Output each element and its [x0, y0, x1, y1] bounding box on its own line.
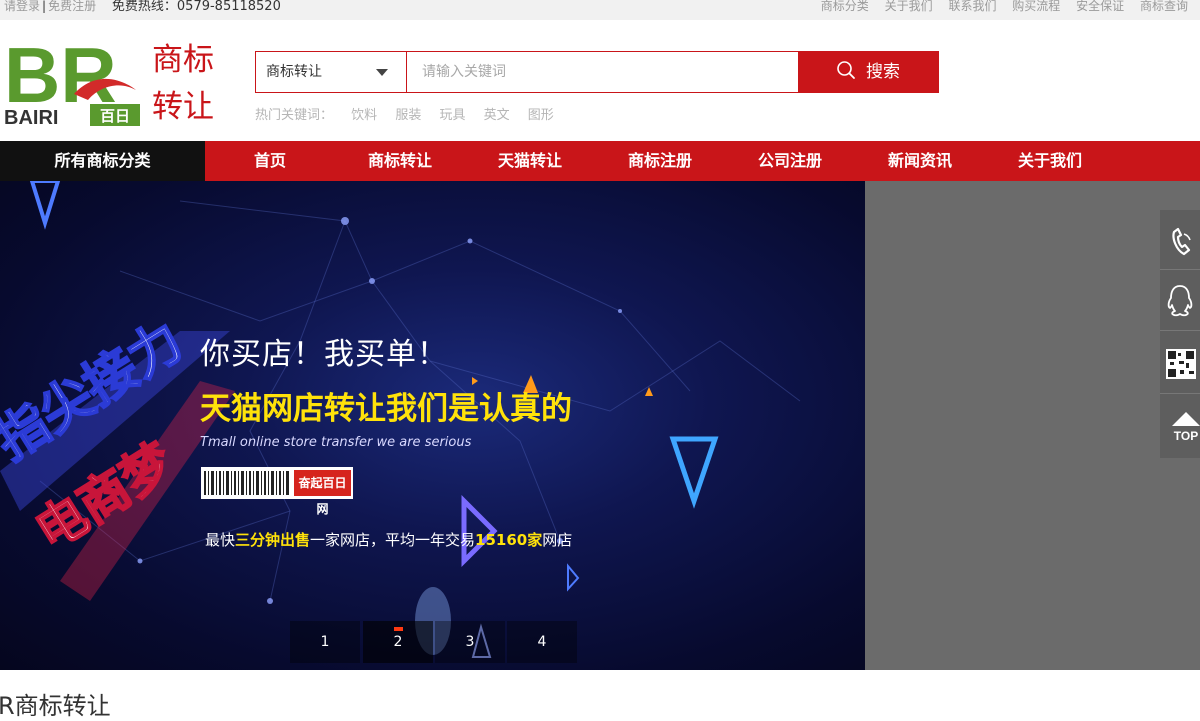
nav-item-trademark-transfer[interactable]: 商标转让	[345, 141, 455, 181]
top-bar-separator: |	[42, 0, 47, 13]
search-input[interactable]	[408, 52, 798, 92]
phone-button[interactable]	[1160, 210, 1200, 270]
top-bar-left: 请登录 | 免费注册 免费热线：0579-85118520	[4, 0, 281, 20]
slide-dot-3[interactable]: 3	[435, 621, 505, 663]
top-link-contact-us[interactable]: 联系我们	[948, 0, 996, 13]
hero-banner[interactable]: 指尖接力 电商梦 你买店！我买单！ 天猫网店转让我们是认真的 Tmall onl…	[0, 181, 865, 670]
logo-brand-en: BAIRI	[4, 107, 58, 128]
nav-item-about-us[interactable]: 关于我们	[995, 141, 1105, 181]
qq-icon	[1167, 285, 1193, 317]
site-logo[interactable]: BR BAIRI 百日 商标 转让	[4, 31, 229, 129]
top-link-purchase-process[interactable]: 购买流程	[1012, 0, 1060, 13]
triangle-shape	[29, 181, 61, 230]
logo-graphic: BR BAIRI 百日 商标 转让	[4, 31, 214, 129]
login-link[interactable]: 请登录	[4, 0, 40, 13]
qrcode-button[interactable]	[1160, 332, 1200, 394]
qrcode-icon	[1166, 349, 1196, 379]
main-nav: 所有商标分类 首页 商标转让 天猫转让 商标注册 公司注册 新闻资讯 关于我们	[0, 141, 1200, 181]
top-bar-links: 商标分类 关于我们 联系我们 购买流程 安全保证 商标查询	[809, 0, 1188, 20]
banner-slogan-secondary: 天猫网店转让我们是认真的	[200, 391, 572, 427]
banner-side-panel	[865, 181, 1200, 670]
hot-keyword-drinks[interactable]: 饮料	[351, 108, 377, 123]
banner-slogan-primary: 你买店！我买单！	[200, 337, 448, 372]
floating-toolbar: TOP	[1160, 210, 1200, 458]
phone-icon	[1172, 227, 1191, 256]
stat-suffix: 网店	[542, 531, 573, 549]
hot-keyword-graphics[interactable]: 图形	[528, 108, 554, 123]
top-bar: 请登录 | 免费注册 免费热线：0579-85118520 商标分类 关于我们 联系…	[0, 0, 1200, 20]
section-title: R商标转让	[0, 692, 111, 720]
search-category-select[interactable]: 商标转让	[256, 52, 407, 92]
slide-pagination: 1 2 3 4	[290, 621, 580, 663]
back-to-top-icon: TOP	[1172, 412, 1200, 443]
all-categories-button[interactable]: 所有商标分类	[0, 141, 205, 181]
logo-line2: 转让	[152, 89, 214, 125]
stat-highlight-count: 15160家	[475, 531, 543, 549]
top-link-trademark-search[interactable]: 商标查询	[1140, 0, 1188, 13]
chevron-down-icon	[376, 69, 388, 76]
nav-item-home[interactable]: 首页	[215, 141, 325, 181]
back-to-top-label: TOP	[1174, 429, 1198, 443]
search-button-label: 搜索	[866, 62, 900, 82]
nav-item-news[interactable]: 新闻资讯	[865, 141, 975, 181]
nav-item-company-registration[interactable]: 公司注册	[735, 141, 845, 181]
banner-stamp: 奋起百日网	[294, 470, 351, 516]
slide-dot-4[interactable]: 4	[507, 621, 577, 663]
hotline-text: 免费热线：0579-85118520	[111, 0, 281, 14]
stat-prefix: 最快	[205, 531, 236, 549]
triangle-shape	[567, 563, 580, 592]
search-icon	[837, 61, 855, 79]
hot-keyword-english[interactable]: 英文	[484, 108, 510, 123]
stat-highlight-time: 三分钟出售	[235, 531, 311, 549]
slide-dot-2[interactable]: 2	[363, 621, 433, 663]
nav-item-tmall-transfer[interactable]: 天猫转让	[475, 141, 585, 181]
stat-middle: 一家网店，平均一年交易	[310, 531, 476, 549]
slide-dot-1[interactable]: 1	[290, 621, 360, 663]
top-link-about-us[interactable]: 关于我们	[885, 0, 933, 13]
logo-brand-cn: 百日	[100, 107, 130, 125]
top-link-security[interactable]: 安全保证	[1076, 0, 1124, 13]
hot-keywords: 热门关键词： 饮料 服装 玩具 英文 图形	[255, 104, 554, 123]
banner-stat: 最快三分钟出售一家网店，平均一年交易15160家网店	[205, 529, 572, 550]
barcode-icon	[204, 471, 289, 495]
search-category-value: 商标转让	[266, 64, 322, 80]
search-button[interactable]: 搜索	[798, 52, 938, 92]
hot-keyword-clothing[interactable]: 服装	[395, 108, 421, 123]
triangle-shape	[669, 436, 719, 509]
banner-english-slogan: Tmall online store transfer we are serio…	[200, 435, 472, 450]
back-to-top-button[interactable]: TOP	[1160, 395, 1200, 458]
register-link[interactable]: 免费注册	[48, 0, 96, 13]
hot-keywords-label: 热门关键词：	[255, 108, 334, 123]
hot-keyword-toys[interactable]: 玩具	[439, 108, 465, 123]
logo-line1: 商标	[152, 42, 214, 78]
search-box: 商标转让 搜索	[255, 51, 939, 93]
nav-item-trademark-registration[interactable]: 商标注册	[605, 141, 715, 181]
qq-button[interactable]	[1160, 271, 1200, 331]
top-link-trademark-category[interactable]: 商标分类	[821, 0, 869, 13]
